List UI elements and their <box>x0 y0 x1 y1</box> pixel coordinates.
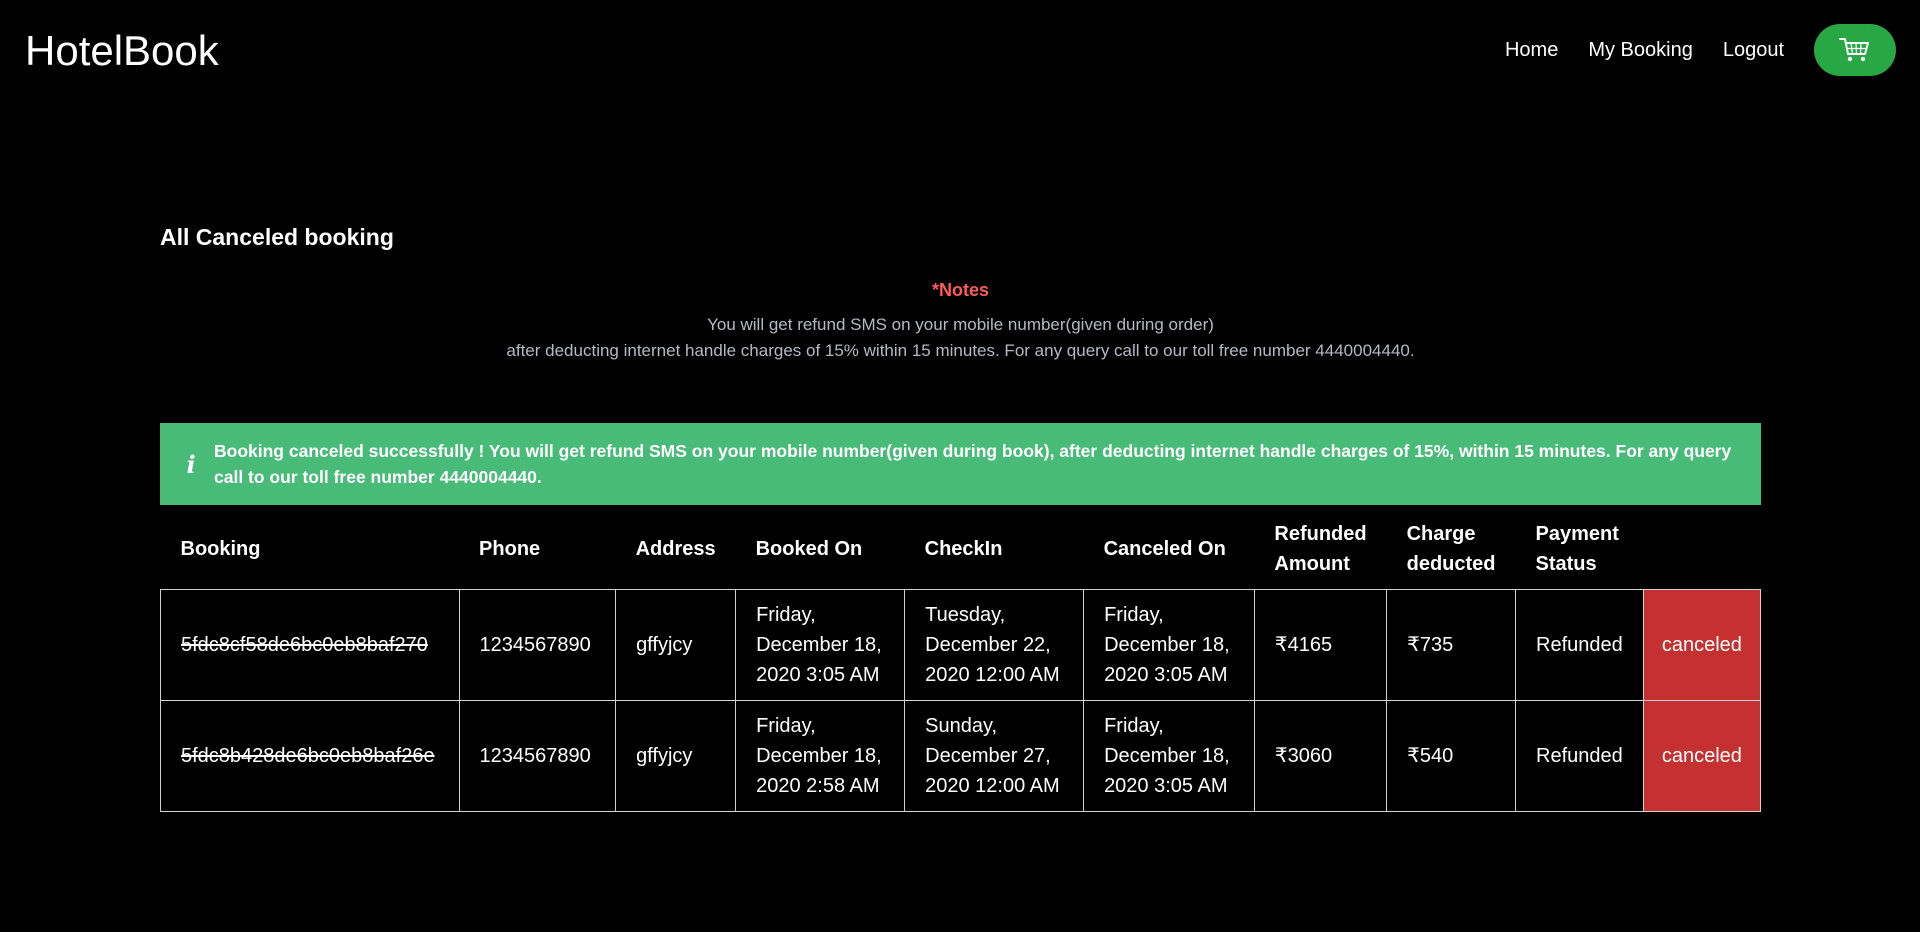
canceled-bookings-table: Booking Phone Address Booked On CheckIn … <box>160 509 1762 812</box>
nav-home-link[interactable]: Home <box>1505 39 1558 62</box>
phone-cell: 1234567890 <box>458 699 617 812</box>
navbar: HotelBook Home My Booking Logout <box>0 0 1920 100</box>
header-booking: Booking <box>180 537 261 560</box>
table-header-row: Booking Phone Address Booked On CheckIn … <box>161 509 1761 589</box>
nav-my-booking-link[interactable]: My Booking <box>1588 39 1693 62</box>
status-badge: canceled <box>1642 699 1762 812</box>
page-title: All Canceled booking <box>160 224 394 250</box>
header-address: Address <box>635 537 716 560</box>
address-cell: gffyjcy <box>615 588 737 701</box>
table-row: 5fdc8b428de6bc0eb8baf26e 1234567890 gffy… <box>160 699 1762 812</box>
payment-status-cell: Refunded <box>1515 588 1644 701</box>
phone-cell: 1234567890 <box>458 588 617 701</box>
main-content: All Canceled booking *Notes You will get… <box>160 220 1762 812</box>
notes-heading: *Notes <box>931 280 989 300</box>
header-checkin: CheckIn <box>924 537 1003 560</box>
notes-section: *Notes You will get refund SMS on your m… <box>160 278 1761 364</box>
table-row: 5fdc8cf58de6bc0eb8baf270 1234567890 gffy… <box>160 588 1762 701</box>
header-status <box>1643 509 1760 589</box>
header-booked-on: Booked On <box>755 537 863 560</box>
refunded-amount-cell: ₹3060 <box>1253 699 1388 812</box>
info-icon: i <box>186 449 196 479</box>
charge-deducted-cell: ₹735 <box>1386 588 1516 701</box>
address-cell: gffyjcy <box>615 699 737 812</box>
header-refunded-amount: Refunded Amount <box>1274 522 1367 575</box>
booking-id-cell: 5fdc8b428de6bc0eb8baf26e <box>160 699 460 812</box>
header-phone: Phone <box>479 537 541 560</box>
nav-logout-link[interactable]: Logout <box>1723 39 1784 62</box>
checkin-cell: Sunday, December 27, 2020 12:00 AM <box>904 699 1085 812</box>
header-charge-deducted: Charge deducted <box>1406 522 1496 575</box>
success-alert: i Booking canceled successfully ! You wi… <box>160 423 1761 505</box>
header-canceled-on: Canceled On <box>1103 537 1226 560</box>
canceled-on-cell: Friday, December 18, 2020 3:05 AM <box>1083 588 1255 701</box>
cart-button[interactable] <box>1814 24 1896 76</box>
canceled-on-cell: Friday, December 18, 2020 3:05 AM <box>1083 699 1255 812</box>
brand-logo[interactable]: HotelBook <box>25 25 219 77</box>
booked-on-cell: Friday, December 18, 2020 3:05 AM <box>735 588 906 701</box>
payment-status-cell: Refunded <box>1515 699 1644 812</box>
refunded-amount-cell: ₹4165 <box>1253 588 1388 701</box>
cart-icon <box>1839 38 1869 62</box>
alert-message: Booking canceled successfully ! You will… <box>214 441 1732 487</box>
nav-links: Home My Booking Logout <box>1505 24 1896 76</box>
booking-id-cell: 5fdc8cf58de6bc0eb8baf270 <box>160 588 460 701</box>
checkin-cell: Tuesday, December 22, 2020 12:00 AM <box>904 588 1085 701</box>
notes-line-1: You will get refund SMS on your mobile n… <box>707 315 1214 334</box>
charge-deducted-cell: ₹540 <box>1386 699 1516 812</box>
notes-line-2: after deducting internet handle charges … <box>506 341 1415 360</box>
header-payment-status: Payment Status <box>1535 522 1619 575</box>
booked-on-cell: Friday, December 18, 2020 2:58 AM <box>735 699 906 812</box>
status-badge: canceled <box>1642 588 1762 701</box>
